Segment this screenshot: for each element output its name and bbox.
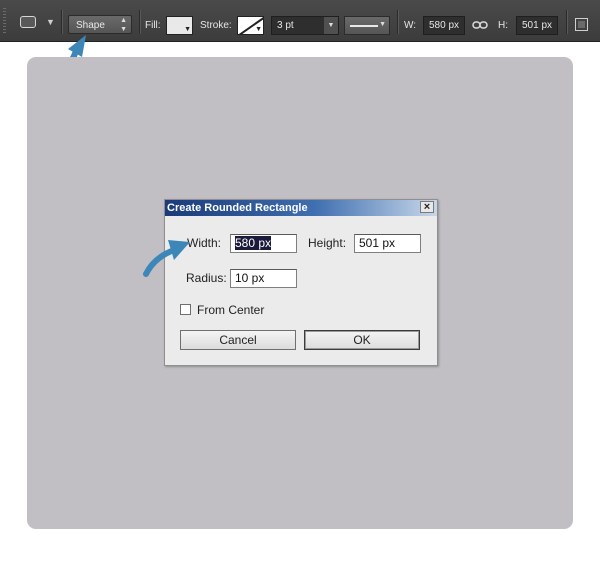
radius-input-value: 10 px bbox=[235, 271, 265, 285]
width-label: W: bbox=[404, 20, 417, 31]
from-center-label[interactable]: From Center bbox=[197, 303, 264, 317]
chevron-down-icon[interactable]: ▼ bbox=[324, 17, 338, 34]
separator bbox=[566, 10, 567, 34]
ok-button[interactable]: OK bbox=[304, 330, 420, 350]
height-label: Height: bbox=[308, 236, 347, 250]
separator bbox=[397, 10, 398, 34]
chevron-down-icon: ▼ bbox=[379, 21, 386, 28]
stroke-label: Stroke: bbox=[200, 20, 232, 31]
separator bbox=[139, 10, 140, 34]
tool-mode-select[interactable]: Shape ▲ ▼ bbox=[68, 15, 132, 34]
stroke-color-swatch[interactable]: ▼ bbox=[237, 16, 264, 35]
height-field[interactable]: 501 px bbox=[516, 16, 558, 35]
radius-input[interactable]: 10 px bbox=[230, 269, 297, 288]
stroke-width-field[interactable]: 3 pt ▼ bbox=[271, 16, 339, 35]
height-value: 501 px bbox=[522, 20, 553, 31]
chevron-down-icon: ▼ bbox=[255, 26, 262, 33]
close-icon[interactable]: × bbox=[420, 201, 434, 213]
tool-mode-value: Shape bbox=[76, 20, 105, 31]
separator bbox=[61, 10, 62, 34]
chevron-down-icon: ▼ bbox=[184, 26, 191, 33]
height-input-value: 501 px bbox=[359, 236, 396, 250]
link-dimensions-icon[interactable] bbox=[472, 19, 488, 31]
width-field[interactable]: 580 px bbox=[423, 16, 465, 35]
dialog-title-bar[interactable]: Create Rounded Rectangle × bbox=[165, 200, 437, 216]
tool-preset-picker[interactable]: ▼ bbox=[14, 14, 55, 30]
height-label: H: bbox=[498, 20, 508, 31]
chevron-down-icon: ▼ bbox=[46, 17, 55, 27]
height-input[interactable]: 501 px bbox=[354, 234, 421, 253]
width-label: Width: bbox=[187, 236, 222, 250]
width-input[interactable]: 580 px bbox=[230, 234, 297, 253]
width-input-value: 580 px bbox=[235, 236, 272, 250]
stroke-width-value: 3 pt bbox=[277, 20, 294, 31]
dialog-title: Create Rounded Rectangle bbox=[167, 202, 308, 214]
width-value: 580 px bbox=[429, 20, 460, 31]
rounded-rectangle-tool-icon bbox=[20, 16, 36, 28]
create-rounded-rectangle-dialog: Create Rounded Rectangle × Width: 580 px… bbox=[164, 199, 438, 366]
cancel-button[interactable]: Cancel bbox=[180, 330, 296, 350]
hint-arrow-icon bbox=[143, 240, 190, 277]
updown-arrows-icon: ▲ ▼ bbox=[120, 17, 127, 33]
path-operations-icon[interactable] bbox=[575, 18, 588, 31]
toolbar-grip[interactable] bbox=[3, 8, 6, 34]
fill-label: Fill: bbox=[145, 20, 161, 31]
stroke-type-select[interactable]: ▼ bbox=[344, 16, 390, 35]
radius-label: Radius: bbox=[186, 271, 227, 285]
stroke-line-preview bbox=[350, 25, 378, 27]
from-center-checkbox[interactable] bbox=[180, 304, 191, 315]
fill-color-swatch[interactable]: ▼ bbox=[166, 16, 193, 35]
